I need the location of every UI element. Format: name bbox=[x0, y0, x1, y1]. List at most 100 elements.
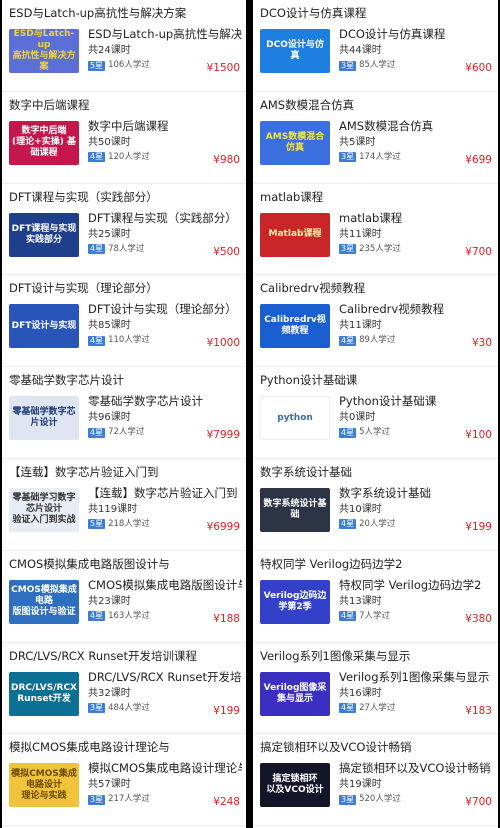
course-thumbnail[interactable]: python bbox=[260, 396, 330, 441]
level-badge: 4星 bbox=[88, 152, 106, 163]
course-meta: 4星 89人学过 bbox=[339, 335, 395, 346]
course-thumbnail[interactable]: Calibredrv视频教程 bbox=[260, 304, 330, 349]
course-price: ¥500 bbox=[213, 245, 240, 258]
level-badge: 5星 bbox=[88, 60, 106, 71]
course-name: 数字系统设计基础 bbox=[339, 485, 431, 500]
course-name: AMS数模混合仿真 bbox=[339, 118, 434, 133]
course-thumbnail[interactable]: DCO设计与仿真 bbox=[260, 29, 330, 73]
course-card[interactable]: 零基础学数字芯片设计 零基础学数字芯片设计 零基础学数字芯片设计 共96课时 4… bbox=[2, 367, 246, 459]
course-hours: 共24课时 bbox=[88, 45, 131, 56]
learner-count: 85人学过 bbox=[359, 60, 396, 70]
course-card[interactable]: Verilog系列1图像采集与显示 Verilog图像采集与显示 Verilog… bbox=[253, 643, 498, 735]
learner-count: 72人学过 bbox=[108, 427, 145, 438]
course-card[interactable]: Calibredrv视频教程 Calibredrv视频教程 Calibredrv… bbox=[253, 275, 498, 368]
course-meta: 4星 27人学过 bbox=[339, 703, 395, 714]
course-thumbnail[interactable]: 搞定锁相环 以及VCO设计 bbox=[260, 763, 330, 808]
course-thumbnail-text: DFT设计与实现 bbox=[11, 320, 77, 331]
course-card[interactable]: 特权同学 Verilog边码边学2 Verilog边码边学第2季 特权同学 Ve… bbox=[253, 551, 498, 643]
course-list-right: DCO设计与仿真课程 DCO设计与仿真 DCO设计与仿真课程 共44课时 3星 … bbox=[253, 0, 498, 828]
course-card[interactable]: matlab课程 Matlab课程 matlab课程 共11课时 3星 235人… bbox=[253, 184, 498, 276]
course-meta: 3星 174人学过 bbox=[339, 152, 401, 163]
course-card[interactable]: ESD与Latch-up高抗性与解决方案 ESD与Latch-up 高抗性与解决方… bbox=[2, 0, 246, 92]
course-price: ¥1500 bbox=[206, 62, 240, 74]
course-card[interactable]: 模拟CMOS集成电路设计理论与 模拟CMOS集成电路设计 理论与实践 模拟CMOS… bbox=[2, 734, 246, 827]
course-card-title: ESD与Latch-up高抗性与解决方案 bbox=[9, 6, 187, 20]
course-price: ¥100 bbox=[465, 429, 492, 442]
course-hours: 共119课时 bbox=[88, 503, 138, 515]
course-thumbnail-text: Calibredrv视频教程 bbox=[264, 315, 326, 337]
course-list-left: ESD与Latch-up高抗性与解决方案 ESD与Latch-up 高抗性与解决方… bbox=[2, 0, 246, 828]
course-thumbnail[interactable]: 数字中后端 (理论+实操) 基础课程 bbox=[9, 120, 79, 165]
learner-count: 235人学过 bbox=[359, 243, 401, 254]
level-badge: 3星 bbox=[339, 794, 357, 805]
course-meta: 4星 72人学过 bbox=[88, 427, 144, 438]
course-card-title: DFT设计与实现（理论部分） bbox=[9, 281, 158, 296]
course-card[interactable]: 搞定锁相环以及VCO设计畅销 搞定锁相环 以及VCO设计 搞定锁相环以及VCO设计… bbox=[253, 734, 498, 827]
course-hours: 共11课时 bbox=[339, 228, 382, 240]
course-name: 零基础学数字芯片设计 bbox=[88, 394, 203, 409]
course-thumbnail-text: AMS数模混合 仿真 bbox=[265, 131, 325, 153]
course-thumbnail-text: DFT课程与实现 实践部分 bbox=[11, 223, 77, 245]
course-card[interactable]: DFT课程与实现（实践部分） DFT课程与实现 实践部分 DFT课程与实现（实践部… bbox=[2, 184, 246, 276]
course-hours: 共32课时 bbox=[88, 687, 131, 699]
course-hours: 共16课时 bbox=[339, 687, 382, 699]
course-card[interactable]: 数字系统设计基础 数字系统设计基础 数字系统设计基础 共10课时 4星 20人学… bbox=[253, 459, 498, 551]
course-thumbnail-text: ESD与Latch-up 高抗性与解决方案 bbox=[12, 29, 76, 72]
course-card[interactable]: DRC/LVS/RCX Runset开发培训课程 DRC/LVS/RCX Run… bbox=[2, 643, 246, 735]
course-thumbnail[interactable]: ESD与Latch-up 高抗性与解决方案 bbox=[9, 29, 79, 73]
course-name: 搞定锁相环以及VCO设计畅销 bbox=[339, 761, 491, 776]
course-hours: 共0课时 bbox=[339, 412, 376, 424]
course-card-title: 特权同学 Verilog边码边学2 bbox=[260, 556, 403, 571]
course-price: ¥700 bbox=[465, 796, 492, 809]
course-card[interactable]: AMS数模混合仿真 AMS数模混合 仿真 AMS数模混合仿真 共5课时 3星 17… bbox=[253, 92, 498, 184]
course-card[interactable]: DCO设计与仿真课程 DCO设计与仿真 DCO设计与仿真课程 共44课时 3星 … bbox=[253, 0, 498, 92]
course-card[interactable]: 【连载】数字芯片验证入门到 零基础学习数字芯片设计 验证入门到实战 【连载】数字芯… bbox=[2, 459, 246, 551]
course-card-title: Calibredrv视频教程 bbox=[260, 281, 366, 296]
course-name: 数字中后端课程 bbox=[88, 118, 169, 133]
learner-count: 484人学过 bbox=[108, 702, 150, 713]
course-meta: 4星 7人学过 bbox=[339, 611, 390, 622]
level-badge: 3星 bbox=[339, 244, 357, 255]
course-thumbnail-text: 零基础学习数字芯片设计 验证入门到实战 bbox=[12, 493, 76, 526]
course-hours: 共57课时 bbox=[88, 779, 131, 791]
course-thumbnail[interactable]: 零基础学数字芯片设计 bbox=[9, 396, 79, 441]
learner-count: 217人学过 bbox=[108, 794, 150, 805]
course-card[interactable]: 数字中后端课程 数字中后端 (理论+实操) 基础课程 数字中后端课程 共50课时 … bbox=[2, 92, 246, 184]
course-meta: 4星 5人学过 bbox=[339, 427, 390, 438]
learner-count: 218人学过 bbox=[108, 518, 150, 529]
course-card[interactable]: DFT设计与实现（理论部分） DFT设计与实现 DFT设计与实现（理论部分） 共… bbox=[2, 275, 246, 368]
course-thumbnail[interactable]: Verilog边码边学第2季 bbox=[260, 579, 330, 624]
course-thumbnail[interactable]: 模拟CMOS集成电路设计 理论与实践 bbox=[9, 763, 79, 808]
course-thumbnail[interactable]: 零基础学习数字芯片设计 验证入门到实战 bbox=[9, 487, 79, 532]
course-card-title: AMS数模混合仿真 bbox=[260, 97, 355, 112]
course-card[interactable]: CMOS模拟集成电路版图设计与 CMOS模拟集成电路 版图设计与验证 CMOS模拟… bbox=[2, 551, 246, 643]
course-name: DFT设计与实现（理论部分） bbox=[88, 302, 237, 317]
course-thumbnail[interactable]: Verilog图像采集与显示 bbox=[260, 671, 330, 716]
course-card-title: 【连载】数字芯片验证入门到 bbox=[9, 464, 159, 479]
course-name: Python设计基础课 bbox=[339, 394, 437, 409]
course-thumbnail[interactable]: DFT课程与实现 实践部分 bbox=[9, 212, 79, 257]
course-card-title: CMOS模拟集成电路版图设计与 bbox=[9, 556, 170, 571]
course-thumbnail[interactable]: DFT设计与实现 bbox=[9, 304, 79, 349]
course-name: matlab课程 bbox=[339, 210, 403, 225]
course-thumbnail-text: Verilog图像采集与显示 bbox=[263, 682, 327, 704]
course-name: 特权同学 Verilog边码边学2 bbox=[339, 577, 482, 592]
level-badge: 4星 bbox=[339, 335, 357, 346]
course-thumbnail[interactable]: 数字系统设计基础 bbox=[260, 487, 330, 532]
course-thumbnail[interactable]: DRC/LVS/RCX Runset开发 bbox=[9, 671, 79, 716]
course-card-title: matlab课程 bbox=[260, 189, 324, 204]
learner-count: 174人学过 bbox=[359, 151, 401, 162]
course-thumbnail[interactable]: Matlab课程 bbox=[260, 212, 330, 257]
course-card[interactable]: Python设计基础课 python Python设计基础课 共0课时 4星 5… bbox=[253, 367, 498, 459]
course-price: ¥30 bbox=[471, 337, 492, 350]
course-thumbnail-text: 搞定锁相环 以及VCO设计 bbox=[266, 774, 324, 796]
course-thumbnail-text: DCO设计与仿真 bbox=[266, 40, 324, 61]
course-hours: 共85课时 bbox=[88, 320, 131, 332]
learner-count: 7人学过 bbox=[359, 610, 391, 621]
level-badge: 3星 bbox=[88, 703, 106, 714]
course-thumbnail-text: python bbox=[277, 412, 313, 423]
course-name: DCO设计与仿真课程 bbox=[339, 27, 446, 41]
course-thumbnail[interactable]: AMS数模混合 仿真 bbox=[260, 120, 330, 165]
course-meta: 5星 218人学过 bbox=[88, 519, 150, 530]
course-thumbnail[interactable]: CMOS模拟集成电路 版图设计与验证 bbox=[9, 579, 79, 624]
